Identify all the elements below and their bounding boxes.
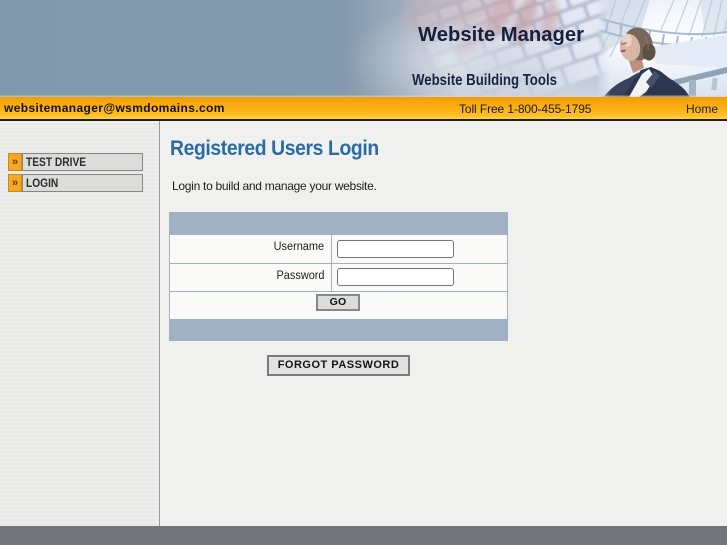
svg-text:Website Building Tools: Website Building Tools bbox=[412, 72, 557, 89]
svg-text:Website Manager: Website Manager bbox=[418, 23, 584, 46]
